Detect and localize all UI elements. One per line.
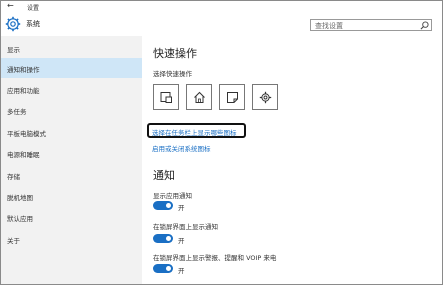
app-notifications-toggle[interactable] xyxy=(153,201,173,210)
sidebar-item-label: 多任务 xyxy=(7,108,27,116)
sidebar-item-label: 存储 xyxy=(7,173,20,181)
gear-icon xyxy=(5,16,21,32)
tablet-mode-icon xyxy=(160,92,172,103)
sidebar-item-power[interactable]: 电源和睡眠 xyxy=(1,143,142,163)
system-icons-link[interactable]: 启用或关闭系统图标 xyxy=(152,143,211,153)
sidebar-item-label: 通知和操作 xyxy=(7,66,40,74)
window-title: 设置 xyxy=(27,5,40,12)
quick-action-tablet-mode-button[interactable] xyxy=(153,84,179,110)
sidebar-item-label: 显示 xyxy=(7,46,20,54)
search-icon[interactable] xyxy=(420,21,429,30)
settings-gear-icon xyxy=(259,91,272,104)
sidebar-item-tablet-mode[interactable]: 平板电脑模式 xyxy=(1,122,142,142)
lockscreen-notifications-toggle[interactable] xyxy=(153,234,173,243)
sidebar-item-storage[interactable]: 存储 xyxy=(1,165,142,185)
search-input[interactable]: 查找设置 xyxy=(310,19,432,31)
toggle-state-label: 开 xyxy=(178,237,185,245)
back-button[interactable]: ← xyxy=(7,1,14,10)
search-placeholder: 查找设置 xyxy=(315,22,343,30)
taskbar-icons-link[interactable]: 选择在任务栏上显示哪些图标 xyxy=(152,127,237,137)
sidebar-item-notifications[interactable]: 通知和操作 xyxy=(1,58,142,78)
page-header: 系统 查找设置 xyxy=(1,14,442,36)
notification-label: 在锁屏界面上显示警报、提醒和 VOIP 来电 xyxy=(153,254,277,262)
quick-action-settings-button[interactable] xyxy=(252,84,278,110)
sidebar-item-label: 关于 xyxy=(7,237,20,245)
sidebar: 显示 通知和操作 应用和功能 多任务 平板电脑模式 电源和睡眠 存储 脱机地图 … xyxy=(1,36,142,284)
sidebar-item-multitasking[interactable]: 多任务 xyxy=(1,100,142,120)
notification-label: 显示应用通知 xyxy=(153,192,192,200)
home-icon xyxy=(194,91,205,103)
sidebar-item-label: 电源和睡眠 xyxy=(7,151,40,159)
sidebar-item-offline-maps[interactable]: 脱机地图 xyxy=(1,186,142,206)
sidebar-item-label: 默认应用 xyxy=(7,215,33,223)
lockscreen-alarms-toggle[interactable] xyxy=(153,264,173,273)
sidebar-item-label: 平板电脑模式 xyxy=(7,130,46,138)
quick-actions-subtitle: 选择快速操作 xyxy=(153,70,192,78)
sidebar-item-about[interactable]: 关于 xyxy=(1,229,142,249)
note-icon xyxy=(227,92,238,103)
settings-window: ← 设置 系统 查找设置 显示 通知和操作 应用和功能 多任务 平板电脑模式 电… xyxy=(0,0,443,285)
quick-action-note-button[interactable] xyxy=(219,84,245,110)
sidebar-item-label: 脱机地图 xyxy=(7,194,33,202)
sidebar-item-apps[interactable]: 应用和功能 xyxy=(1,79,142,99)
quick-actions-heading: 快速操作 xyxy=(153,47,197,60)
sidebar-item-default-apps[interactable]: 默认应用 xyxy=(1,207,142,227)
sidebar-item-label: 应用和功能 xyxy=(7,87,40,95)
quick-action-home-button[interactable] xyxy=(186,84,212,110)
notification-label: 在锁屏界面上显示通知 xyxy=(153,223,218,231)
title-bar: ← 设置 xyxy=(1,1,442,14)
toggle-state-label: 开 xyxy=(178,204,185,212)
notifications-heading: 通知 xyxy=(153,169,175,182)
toggle-state-label: 开 xyxy=(178,267,185,275)
page-title: 系统 xyxy=(26,20,40,28)
sidebar-item-display[interactable]: 显示 xyxy=(1,38,142,58)
